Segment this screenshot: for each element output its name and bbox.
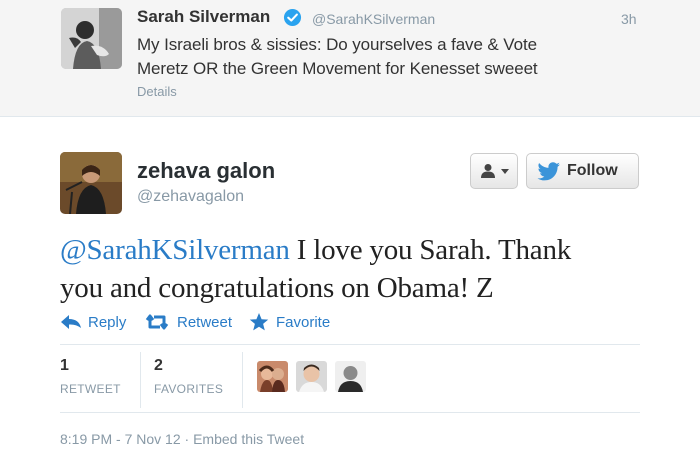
- chevron-down-icon: [501, 169, 509, 174]
- tweet-date-link[interactable]: 8:19 PM - 7 Nov 12: [60, 431, 181, 447]
- retweet-icon: [145, 314, 169, 330]
- reply-button[interactable]: Reply: [60, 311, 132, 333]
- parent-author-handle[interactable]: @SarahKSilverman: [312, 11, 435, 27]
- embed-tweet-link[interactable]: Embed this Tweet: [193, 431, 304, 447]
- parent-tweet-time[interactable]: 3h: [621, 11, 637, 27]
- retweet-count-label: RETWEET: [60, 382, 121, 396]
- divider: [60, 344, 640, 345]
- reply-label: Reply: [88, 314, 127, 331]
- divider: [60, 412, 640, 413]
- sarah-silverman-avatar[interactable]: [61, 8, 122, 69]
- twitter-bird-icon: [537, 162, 561, 181]
- follow-button-label: Follow: [567, 162, 618, 179]
- retweet-stat[interactable]: 1 RETWEET: [60, 357, 140, 403]
- avatar-photo-image: [60, 152, 122, 214]
- tweet-timestamp: 8:19 PM - 7 Nov 12 · Embed this Tweet: [60, 431, 304, 447]
- stat-divider: [242, 352, 243, 408]
- favorites-count: 2: [154, 357, 163, 374]
- tweet-text-line-1: @SarahKSilverman I love you Sarah. Thank: [60, 234, 571, 267]
- mention-link[interactable]: @SarahKSilverman: [60, 234, 290, 266]
- user-actions-dropdown-button[interactable]: [470, 153, 518, 189]
- favoriter-avatar[interactable]: [335, 361, 366, 392]
- avatar-photo-image: [296, 361, 327, 392]
- details-link[interactable]: Details: [137, 84, 177, 99]
- avatar-photo-image: [61, 8, 122, 69]
- favorites-count-label: FAVORITES: [154, 382, 224, 396]
- favorites-stat[interactable]: 2 FAVORITES: [154, 357, 234, 403]
- timestamp-separator: ·: [180, 431, 194, 447]
- retweet-count: 1: [60, 357, 69, 374]
- retweet-button[interactable]: Retweet: [145, 311, 237, 333]
- avatar-photo-image: [257, 361, 288, 392]
- favorite-button[interactable]: Favorite: [249, 311, 337, 333]
- tweet-text-line-1-rest: I love you Sarah. Thank: [289, 234, 572, 266]
- zehava-galon-avatar[interactable]: [60, 152, 122, 214]
- parent-author-name[interactable]: Sarah Silverman: [137, 7, 270, 27]
- favorite-label: Favorite: [276, 314, 331, 331]
- author-name[interactable]: zehava galon: [137, 158, 275, 184]
- favoriter-avatar[interactable]: [296, 361, 327, 392]
- follow-button[interactable]: Follow: [526, 153, 639, 189]
- stat-divider: [140, 352, 141, 408]
- parent-tweet-text-line-1: My Israeli bros & sissies: Do yourselves…: [137, 35, 537, 54]
- favoriter-avatar[interactable]: [257, 361, 288, 392]
- user-icon: [481, 164, 495, 178]
- tweet-text-line-2: you and congratulations on Obama! Z: [60, 272, 494, 304]
- parent-tweet-text-line-2: Meretz OR the Green Movement for Kenesse…: [137, 59, 538, 78]
- star-icon: [249, 313, 269, 331]
- verified-badge-icon: [283, 8, 302, 27]
- author-handle[interactable]: @zehavagalon: [137, 188, 244, 206]
- parent-tweet[interactable]: Sarah Silverman @SarahKSilverman 3h My I…: [0, 0, 700, 117]
- reply-arrow-icon: [61, 315, 81, 329]
- avatar-photo-image: [335, 361, 366, 392]
- retweet-label: Retweet: [177, 314, 233, 331]
